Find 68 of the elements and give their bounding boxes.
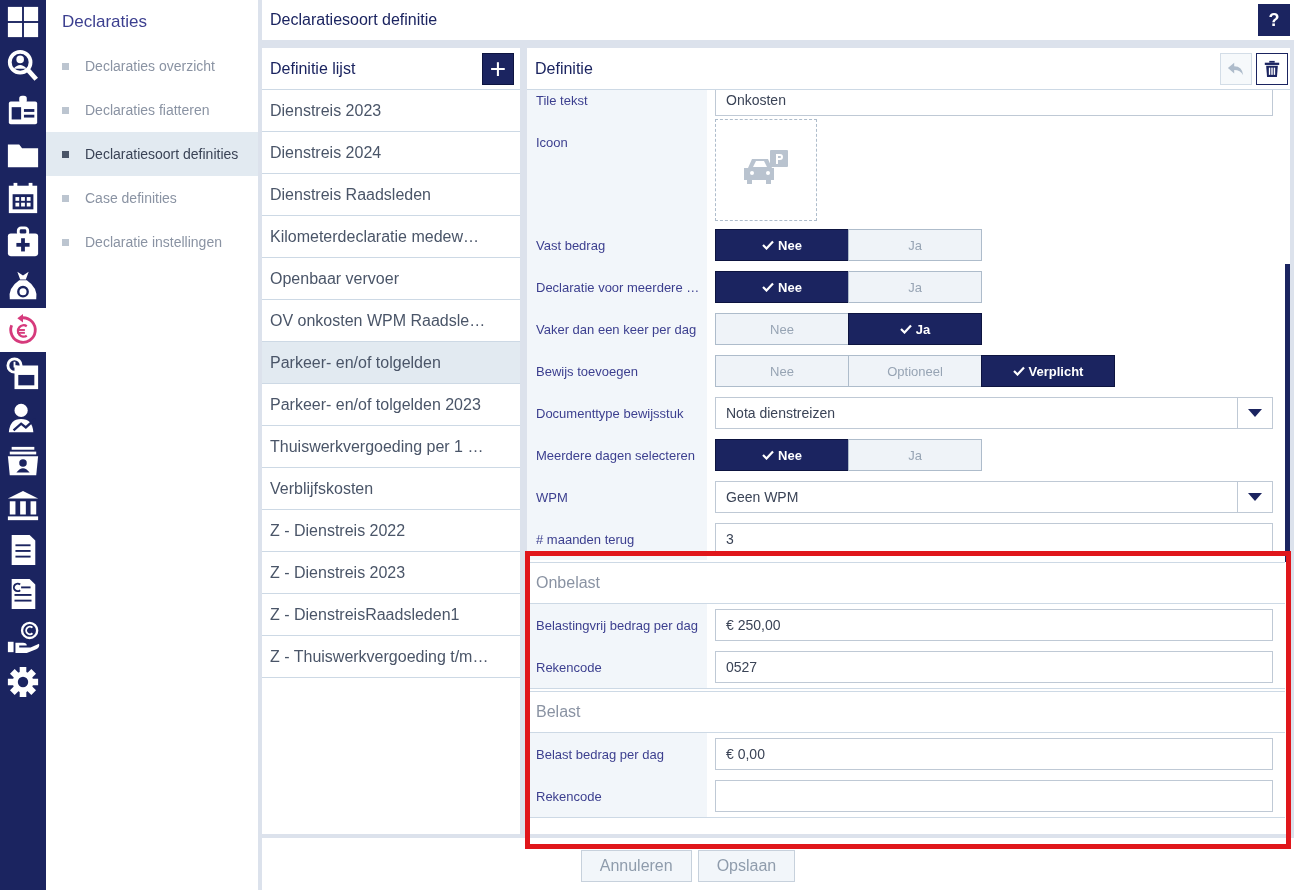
person-search-icon[interactable] xyxy=(6,49,40,83)
dashboard-grid-icon[interactable] xyxy=(6,5,40,39)
caret-icon xyxy=(1248,409,1262,417)
list-item[interactable]: Z - Dienstreis 2022 xyxy=(262,510,520,552)
field-label: Rekencode xyxy=(527,775,707,817)
field-label: # maanden terug xyxy=(527,518,707,560)
euro-refresh-icon[interactable] xyxy=(6,313,40,347)
field-label: Bewijs toevoegen xyxy=(527,350,707,392)
submenu-item[interactable]: Declaratiesoort definities xyxy=(46,132,258,176)
field-label: Icoon xyxy=(527,121,707,224)
field-label: Rekencode xyxy=(527,646,707,688)
field-label: Belastingvrij bedrag per dag xyxy=(527,604,707,646)
settings-icon[interactable] xyxy=(6,665,40,699)
panel-title: Definitie lijst xyxy=(270,59,356,78)
section-heading: Belast xyxy=(536,703,581,721)
toggle-option[interactable]: Nee xyxy=(715,439,849,471)
checkmark-icon xyxy=(762,240,775,250)
page-title: Declaratiesoort definitie xyxy=(270,11,438,29)
module-title: Declaraties xyxy=(61,11,149,33)
list-item[interactable]: Z - DienstreisRaadsleden1 xyxy=(262,594,520,636)
list-item[interactable]: Openbaar vervoer xyxy=(262,258,520,300)
list-item[interactable]: Dienstreis 2024 xyxy=(262,132,520,174)
list-item[interactable]: Kilometerdeclaratie medew… xyxy=(262,216,520,258)
checkmark-icon xyxy=(762,450,775,460)
input-field[interactable] xyxy=(715,780,1273,812)
input-field[interactable]: € 0,00 xyxy=(715,738,1273,770)
field-label: Belast bedrag per dag xyxy=(527,733,707,775)
hand-coin-icon[interactable] xyxy=(6,621,40,655)
bank-icon[interactable] xyxy=(6,489,40,523)
input-field[interactable]: € 250,00 xyxy=(715,609,1273,641)
list-item[interactable]: Z - Thuiswerkvergoeding t/m… xyxy=(262,636,520,678)
input-field[interactable]: Onkosten xyxy=(715,90,1273,116)
caret-icon xyxy=(1248,493,1262,501)
trash-icon xyxy=(1263,59,1281,78)
section-heading: Onbelast xyxy=(536,574,601,592)
scrollbar-thumb[interactable] xyxy=(1285,264,1290,562)
toggle-option[interactable]: Ja xyxy=(848,313,982,345)
dropdown-field[interactable]: Nota dienstreizen xyxy=(715,397,1273,429)
panel-title: Definitie xyxy=(535,59,593,78)
field-label: Declaratie voor meerdere … xyxy=(527,266,707,308)
calendar-icon[interactable] xyxy=(6,181,40,215)
field-label: Vast bedrag xyxy=(527,224,707,266)
id-badge-icon[interactable] xyxy=(6,93,40,127)
toggle-option[interactable]: Verplicht xyxy=(981,355,1115,387)
field-label: Documenttype bewijsstuk xyxy=(527,392,707,434)
list-item[interactable]: Parkeer- en/of tolgelden 2023 xyxy=(262,384,520,426)
field-label: Vaker dan een keer per dag xyxy=(527,308,707,350)
checkmark-icon xyxy=(762,282,775,292)
dropdown-field[interactable]: Geen WPM xyxy=(715,481,1273,513)
list-item[interactable]: Thuiswerkvergoeding per 1 … xyxy=(262,426,520,468)
list-item[interactable]: Parkeer- en/of tolgelden xyxy=(262,342,520,384)
input-field[interactable]: 0527 xyxy=(715,651,1273,683)
checkmark-icon xyxy=(899,324,912,334)
add-button[interactable]: + xyxy=(482,52,514,85)
toggle-option[interactable]: Nee xyxy=(715,271,849,303)
toggle-option[interactable]: Nee xyxy=(715,229,849,261)
field-label: Tile tekst xyxy=(527,90,707,121)
list-item[interactable]: Z - Dienstreis 2023 xyxy=(262,552,520,594)
list-item[interactable]: Dienstreis Raadsleden xyxy=(262,174,520,216)
checkmark-icon xyxy=(1012,366,1025,376)
medical-kit-icon[interactable] xyxy=(6,225,40,259)
delete-button[interactable] xyxy=(1256,52,1288,85)
list-item[interactable]: Verblijfskosten xyxy=(262,468,520,510)
field-label: Meerdere dagen selecteren xyxy=(527,434,707,476)
field-label: WPM xyxy=(527,476,707,518)
calendar-clock-icon[interactable] xyxy=(6,357,40,391)
help-button[interactable]: ? xyxy=(1258,4,1290,36)
list-item[interactable]: Dienstreis 2023 xyxy=(262,90,520,132)
